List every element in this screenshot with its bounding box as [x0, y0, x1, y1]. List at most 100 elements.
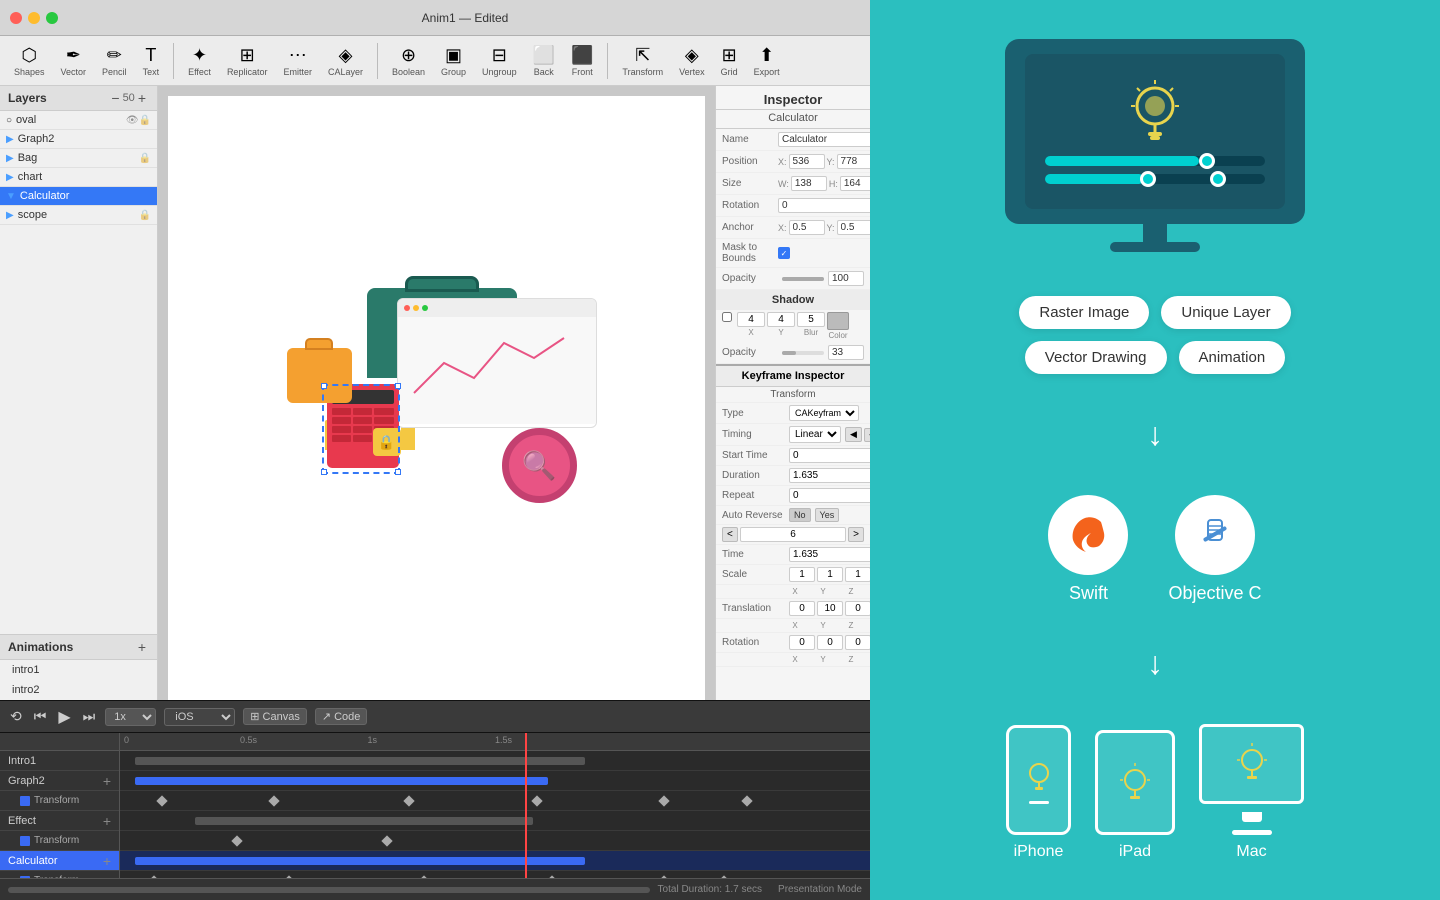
kf-rot-x[interactable] — [789, 635, 815, 650]
position-x-input[interactable] — [789, 154, 825, 169]
ungroup-tool[interactable]: ⊟ Ungroup — [476, 43, 523, 79]
vector-tool[interactable]: ✒ Vector — [55, 43, 93, 79]
kf-trans-y[interactable] — [817, 601, 843, 616]
playhead[interactable] — [525, 733, 527, 878]
mask-checkbox[interactable]: ✓ — [778, 247, 790, 259]
kf-nav-greater[interactable]: > — [848, 527, 864, 542]
rotation-input[interactable] — [778, 198, 870, 213]
vertex-tool[interactable]: ◈ Vertex — [673, 43, 711, 79]
kf-autoreverse-yes[interactable]: Yes — [815, 508, 840, 522]
layers-zoom-in[interactable]: + — [135, 90, 149, 106]
anchor-y-input[interactable] — [837, 220, 870, 235]
shadow-opacity-input[interactable] — [828, 345, 864, 360]
anim-intro2[interactable]: intro2 — [0, 680, 157, 700]
layer-bag[interactable]: ▶ Bag 🔒 — [0, 149, 157, 168]
tl-platform-select[interactable]: iOS macOS — [164, 708, 235, 726]
layer-scope-lock[interactable]: 🔒 — [139, 210, 151, 221]
kf-trans-z[interactable] — [845, 601, 870, 616]
text-tool[interactable]: T Text — [137, 43, 166, 79]
pencil-tool[interactable]: ✏ Pencil — [96, 43, 133, 79]
tl-track-intro1[interactable]: Intro1 — [0, 751, 119, 771]
kf-type-select[interactable]: CAKeyframeAni... — [789, 405, 859, 421]
grid-tool[interactable]: ⊞ Grid — [715, 43, 744, 79]
kf-nav-less[interactable]: < — [722, 527, 738, 542]
layer-calculator[interactable]: ▼ Calculator — [0, 187, 157, 206]
shadow-opacity-slider[interactable] — [782, 351, 824, 355]
layer-oval[interactable]: ○ oval 👁 🔒 — [0, 111, 157, 130]
tl-track-calculator[interactable]: Calculator+ — [0, 851, 119, 871]
back-tool[interactable]: ⬜ Back — [527, 43, 561, 79]
transform-tool[interactable]: ⇱ Transform — [616, 43, 669, 79]
anim-intro1[interactable]: intro1 — [0, 660, 157, 680]
kf-duration-input[interactable] — [789, 468, 870, 483]
kf-rot-z[interactable] — [845, 635, 870, 650]
tl-loop-btn[interactable]: ⟲ — [8, 706, 24, 727]
shadow-color-picker[interactable] — [827, 312, 849, 330]
opacity-slider[interactable] — [782, 277, 824, 281]
maximize-button[interactable] — [46, 12, 58, 24]
kf-autoreverse-no[interactable]: No — [789, 508, 811, 522]
kf-time-input[interactable] — [789, 547, 870, 562]
tl-speed-select[interactable]: 1x 0.5x 2x — [105, 708, 156, 726]
shadow-y-input[interactable] — [767, 312, 795, 327]
minimize-button[interactable] — [28, 12, 40, 24]
shapes-tool[interactable]: ⬡ Shapes — [8, 43, 51, 79]
tl-play-btn[interactable]: ▶ — [56, 705, 72, 729]
tl-transform1-checkbox[interactable] — [20, 796, 30, 806]
timeline-scrollbar[interactable] — [8, 887, 650, 893]
kf-timing-prev[interactable]: ◀ — [845, 427, 862, 442]
presentation-mode-btn[interactable]: Presentation Mode — [778, 884, 862, 895]
tl-track-effect[interactable]: Effect+ — [0, 811, 119, 831]
kf-timing-select[interactable]: Linear — [789, 426, 841, 443]
kf-rot-y[interactable] — [817, 635, 843, 650]
tl-track-transform1[interactable]: Transform — [0, 791, 119, 811]
kf-scale-z[interactable] — [845, 567, 870, 582]
tl-calculator-add[interactable]: + — [103, 853, 111, 869]
group-tool[interactable]: ▣ Group — [435, 43, 472, 79]
size-h-input[interactable] — [840, 176, 870, 191]
kf-starttime-input[interactable] — [789, 448, 870, 463]
tl-track-graph2[interactable]: Graph2+ — [0, 771, 119, 791]
anchor-x-input[interactable] — [789, 220, 825, 235]
effect-tool[interactable]: ✦ Effect — [182, 43, 217, 79]
layer-oval-lock[interactable]: 🔒 — [139, 115, 151, 126]
kf-trans-x[interactable] — [789, 601, 815, 616]
replicator-tool[interactable]: ⊞ Replicator — [221, 43, 274, 79]
layers-zoom-out[interactable]: − — [108, 90, 122, 106]
tl-prev-btn[interactable]: ⏮ — [32, 706, 49, 727]
emitter-tool[interactable]: ⋯ Emitter — [277, 43, 318, 79]
layer-chart[interactable]: ▶ chart — [0, 168, 157, 187]
tl-effect-add[interactable]: + — [103, 813, 111, 829]
tl-graph2-add[interactable]: + — [103, 773, 111, 789]
boolean-tool[interactable]: ⊕ Boolean — [386, 43, 431, 79]
layer-graph2[interactable]: ▶ Graph2 — [0, 130, 157, 149]
tl-next-btn[interactable]: ⏭ — [81, 706, 98, 727]
shadow-blur-input[interactable] — [797, 312, 825, 327]
opacity-input[interactable] — [828, 271, 864, 286]
tl-transform2-checkbox[interactable] — [20, 836, 30, 846]
layer-bag-lock[interactable]: 🔒 — [139, 153, 151, 164]
tl-code-btn[interactable]: ↗ Code — [315, 708, 368, 725]
canvas[interactable]: 🔍 — [168, 96, 705, 700]
layer-scope[interactable]: ▶ scope 🔒 — [0, 206, 157, 225]
tl-canvas-btn[interactable]: ⊞ Canvas — [243, 708, 307, 725]
name-input[interactable] — [778, 132, 870, 147]
calayer-tool[interactable]: ◈ CALayer — [322, 43, 369, 79]
export-tool[interactable]: ⬆ Export — [748, 43, 786, 79]
close-button[interactable] — [10, 12, 22, 24]
shadow-checkbox[interactable] — [722, 312, 732, 322]
front-tool[interactable]: ⬛ Front — [565, 43, 599, 79]
kf-repeat-input[interactable] — [789, 488, 870, 503]
shadow-x-input[interactable] — [737, 312, 765, 327]
canvas-area[interactable]: 🔍 — [158, 86, 715, 700]
kf-scale-y[interactable] — [817, 567, 843, 582]
timeline-tracks[interactable]: 0 0.5s 1s 1.5s — [120, 733, 870, 878]
layer-oval-visible[interactable]: 👁 — [126, 115, 139, 126]
kf-scale-x[interactable] — [789, 567, 815, 582]
tl-track-transform3[interactable]: Transform — [0, 871, 119, 878]
kf-nav-num[interactable] — [740, 527, 846, 542]
tl-track-transform2[interactable]: Transform — [0, 831, 119, 851]
position-y-input[interactable] — [837, 154, 870, 169]
add-animation-btn[interactable]: + — [135, 639, 149, 655]
size-w-input[interactable] — [791, 176, 827, 191]
